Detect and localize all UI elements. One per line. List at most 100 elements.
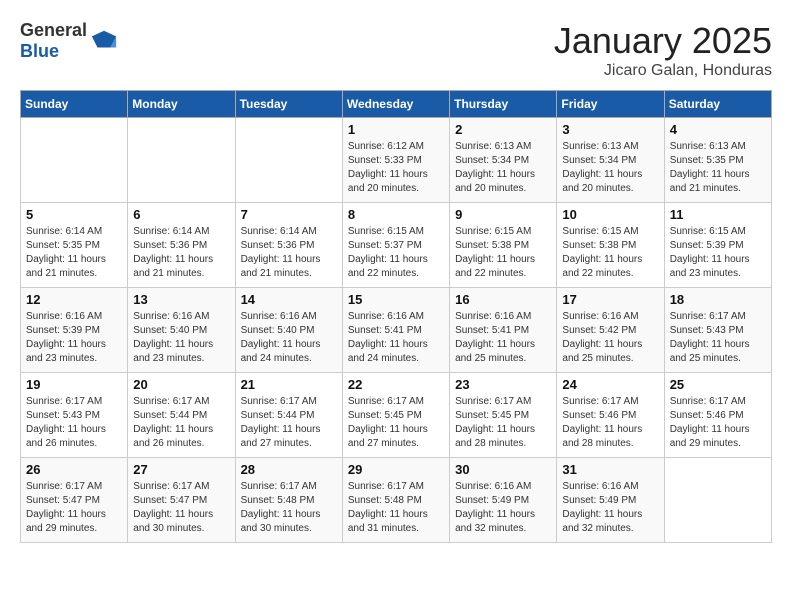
day-info: Sunrise: 6:17 AMSunset: 5:46 PMDaylight:… — [670, 395, 766, 451]
calendar-week-row: 5 Sunrise: 6:14 AMSunset: 5:35 PMDaylight… — [21, 203, 772, 288]
day-info: Sunrise: 6:13 AMSunset: 5:34 PMDaylight:… — [455, 140, 551, 196]
calendar-cell: 6 Sunrise: 6:14 AMSunset: 5:36 PMDaylight… — [128, 203, 235, 288]
calendar-cell — [235, 118, 342, 203]
calendar-cell: 12 Sunrise: 6:16 AMSunset: 5:39 PMDayligh… — [21, 288, 128, 373]
day-number: 2 — [455, 122, 551, 137]
weekday-header-monday: Monday — [128, 91, 235, 118]
calendar-cell: 30 Sunrise: 6:16 AMSunset: 5:49 PMDayligh… — [450, 458, 557, 543]
day-info: Sunrise: 6:17 AMSunset: 5:48 PMDaylight:… — [241, 480, 337, 536]
calendar-week-row: 12 Sunrise: 6:16 AMSunset: 5:39 PMDayligh… — [21, 288, 772, 373]
calendar-cell: 20 Sunrise: 6:17 AMSunset: 5:44 PMDayligh… — [128, 373, 235, 458]
day-info: Sunrise: 6:17 AMSunset: 5:43 PMDaylight:… — [26, 395, 122, 451]
day-number: 16 — [455, 292, 551, 307]
calendar-cell: 25Sunrise: 6:17 AMSunset: 5:46 PMDayligh… — [664, 373, 771, 458]
calendar-cell: 5 Sunrise: 6:14 AMSunset: 5:35 PMDaylight… — [21, 203, 128, 288]
day-info: Sunrise: 6:17 AMSunset: 5:44 PMDaylight:… — [133, 395, 229, 451]
day-number: 30 — [455, 462, 551, 477]
day-info: Sunrise: 6:17 AMSunset: 5:44 PMDaylight:… — [241, 395, 337, 451]
day-number: 11 — [670, 207, 766, 222]
day-info: Sunrise: 6:14 AMSunset: 5:36 PMDaylight:… — [133, 225, 229, 281]
day-info: Sunrise: 6:15 AMSunset: 5:39 PMDaylight:… — [670, 225, 766, 281]
day-info: Sunrise: 6:17 AMSunset: 5:43 PMDaylight:… — [670, 310, 766, 366]
day-number: 14 — [241, 292, 337, 307]
day-number: 7 — [241, 207, 337, 222]
day-number: 6 — [133, 207, 229, 222]
day-info: Sunrise: 6:16 AMSunset: 5:39 PMDaylight:… — [26, 310, 122, 366]
calendar-week-row: 26 Sunrise: 6:17 AMSunset: 5:47 PMDayligh… — [21, 458, 772, 543]
weekday-header-tuesday: Tuesday — [235, 91, 342, 118]
calendar-cell — [21, 118, 128, 203]
calendar-cell: 4Sunrise: 6:13 AMSunset: 5:35 PMDaylight… — [664, 118, 771, 203]
day-info: Sunrise: 6:15 AMSunset: 5:38 PMDaylight:… — [455, 225, 551, 281]
day-number: 31 — [562, 462, 658, 477]
day-number: 23 — [455, 377, 551, 392]
calendar-cell: 7Sunrise: 6:14 AMSunset: 5:36 PMDaylight… — [235, 203, 342, 288]
day-info: Sunrise: 6:15 AMSunset: 5:37 PMDaylight:… — [348, 225, 444, 281]
day-number: 10 — [562, 207, 658, 222]
day-info: Sunrise: 6:16 AMSunset: 5:49 PMDaylight:… — [455, 480, 551, 536]
calendar-cell: 23 Sunrise: 6:17 AMSunset: 5:45 PMDayligh… — [450, 373, 557, 458]
day-number: 27 — [133, 462, 229, 477]
calendar-cell: 10Sunrise: 6:15 AMSunset: 5:38 PMDayligh… — [557, 203, 664, 288]
calendar-cell: 18 Sunrise: 6:17 AMSunset: 5:43 PMDayligh… — [664, 288, 771, 373]
day-number: 9 — [455, 207, 551, 222]
calendar-cell: 27 Sunrise: 6:17 AMSunset: 5:47 PMDayligh… — [128, 458, 235, 543]
day-number: 22 — [348, 377, 444, 392]
calendar-cell: 11 Sunrise: 6:15 AMSunset: 5:39 PMDayligh… — [664, 203, 771, 288]
day-number: 24 — [562, 377, 658, 392]
logo-icon — [90, 27, 118, 55]
calendar-cell — [664, 458, 771, 543]
day-number: 26 — [26, 462, 122, 477]
weekday-header-row: SundayMondayTuesdayWednesdayThursdayFrid… — [21, 91, 772, 118]
day-number: 19 — [26, 377, 122, 392]
calendar-cell: 16Sunrise: 6:16 AMSunset: 5:41 PMDayligh… — [450, 288, 557, 373]
day-number: 12 — [26, 292, 122, 307]
day-info: Sunrise: 6:17 AMSunset: 5:46 PMDaylight:… — [562, 395, 658, 451]
calendar-table: SundayMondayTuesdayWednesdayThursdayFrid… — [20, 90, 772, 543]
day-info: Sunrise: 6:17 AMSunset: 5:45 PMDaylight:… — [455, 395, 551, 451]
weekday-header-sunday: Sunday — [21, 91, 128, 118]
day-info: Sunrise: 6:16 AMSunset: 5:42 PMDaylight:… — [562, 310, 658, 366]
title-area: January 2025 Jicaro Galan, Honduras — [554, 20, 772, 80]
day-number: 5 — [26, 207, 122, 222]
day-number: 29 — [348, 462, 444, 477]
calendar-cell: 17Sunrise: 6:16 AMSunset: 5:42 PMDayligh… — [557, 288, 664, 373]
day-info: Sunrise: 6:17 AMSunset: 5:45 PMDaylight:… — [348, 395, 444, 451]
weekday-header-saturday: Saturday — [664, 91, 771, 118]
day-info: Sunrise: 6:17 AMSunset: 5:47 PMDaylight:… — [26, 480, 122, 536]
calendar-cell: 28 Sunrise: 6:17 AMSunset: 5:48 PMDayligh… — [235, 458, 342, 543]
logo-text: General Blue — [20, 20, 87, 62]
calendar-cell: 14 Sunrise: 6:16 AMSunset: 5:40 PMDayligh… — [235, 288, 342, 373]
day-info: Sunrise: 6:12 AMSunset: 5:33 PMDaylight:… — [348, 140, 444, 196]
calendar-cell: 19 Sunrise: 6:17 AMSunset: 5:43 PMDayligh… — [21, 373, 128, 458]
day-info: Sunrise: 6:13 AMSunset: 5:34 PMDaylight:… — [562, 140, 658, 196]
day-number: 18 — [670, 292, 766, 307]
calendar-week-row: 1 Sunrise: 6:12 AMSunset: 5:33 PMDaylight… — [21, 118, 772, 203]
calendar-cell: 13 Sunrise: 6:16 AMSunset: 5:40 PMDayligh… — [128, 288, 235, 373]
calendar-cell: 24 Sunrise: 6:17 AMSunset: 5:46 PMDayligh… — [557, 373, 664, 458]
calendar-cell: 22 Sunrise: 6:17 AMSunset: 5:45 PMDayligh… — [342, 373, 449, 458]
calendar-cell: 3 Sunrise: 6:13 AMSunset: 5:34 PMDaylight… — [557, 118, 664, 203]
day-info: Sunrise: 6:17 AMSunset: 5:48 PMDaylight:… — [348, 480, 444, 536]
day-number: 1 — [348, 122, 444, 137]
day-info: Sunrise: 6:16 AMSunset: 5:40 PMDaylight:… — [241, 310, 337, 366]
day-number: 3 — [562, 122, 658, 137]
day-info: Sunrise: 6:16 AMSunset: 5:41 PMDaylight:… — [348, 310, 444, 366]
day-info: Sunrise: 6:14 AMSunset: 5:35 PMDaylight:… — [26, 225, 122, 281]
calendar-cell: 9 Sunrise: 6:15 AMSunset: 5:38 PMDaylight… — [450, 203, 557, 288]
day-info: Sunrise: 6:13 AMSunset: 5:35 PMDaylight:… — [670, 140, 766, 196]
calendar-week-row: 19 Sunrise: 6:17 AMSunset: 5:43 PMDayligh… — [21, 373, 772, 458]
calendar-cell: 15Sunrise: 6:16 AMSunset: 5:41 PMDayligh… — [342, 288, 449, 373]
day-info: Sunrise: 6:16 AMSunset: 5:49 PMDaylight:… — [562, 480, 658, 536]
day-number: 20 — [133, 377, 229, 392]
day-info: Sunrise: 6:16 AMSunset: 5:40 PMDaylight:… — [133, 310, 229, 366]
calendar-cell: 8 Sunrise: 6:15 AMSunset: 5:37 PMDaylight… — [342, 203, 449, 288]
day-info: Sunrise: 6:17 AMSunset: 5:47 PMDaylight:… — [133, 480, 229, 536]
calendar-cell: 1 Sunrise: 6:12 AMSunset: 5:33 PMDaylight… — [342, 118, 449, 203]
weekday-header-thursday: Thursday — [450, 91, 557, 118]
day-number: 28 — [241, 462, 337, 477]
day-number: 13 — [133, 292, 229, 307]
calendar-cell: 2 Sunrise: 6:13 AMSunset: 5:34 PMDaylight… — [450, 118, 557, 203]
weekday-header-friday: Friday — [557, 91, 664, 118]
day-number: 8 — [348, 207, 444, 222]
